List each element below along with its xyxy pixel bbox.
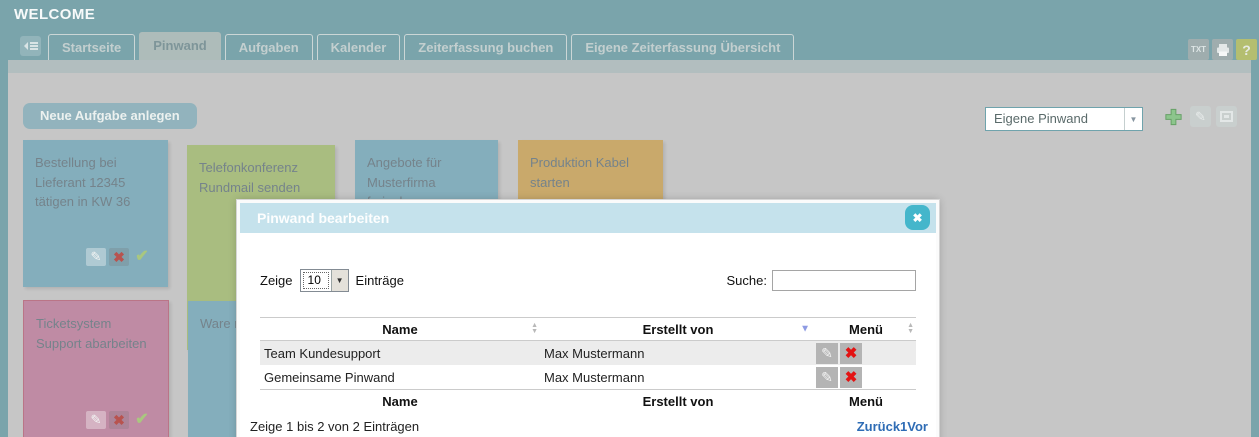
table-info-row: Zeige 1 bis 2 von 2 Einträgen Zurück1Vor <box>250 416 928 436</box>
table-header-row: Name ▲▼ Erstellt von ▼ Menü ▲▼ <box>260 317 916 341</box>
delete-card-button[interactable]: ✖ <box>109 411 129 429</box>
close-icon: ✖ <box>912 211 922 225</box>
entries-count-value: 10 <box>303 272 329 289</box>
card-text: Bestellung bei Lieferant 12345 tätigen i… <box>35 155 130 209</box>
pencil-icon: ✎ <box>821 369 833 386</box>
tab-aufgaben[interactable]: Aufgaben <box>225 34 313 61</box>
chevron-down-icon[interactable]: ▼ <box>1124 108 1142 130</box>
help-button[interactable]: ? <box>1236 39 1257 60</box>
collapse-sidebar-button[interactable] <box>20 36 41 56</box>
complete-card-button[interactable]: ✔ <box>132 248 152 266</box>
edit-card-button[interactable]: ✎ <box>86 248 106 266</box>
edit-pinboard-dialog: Pinwand bearbeiten ✖ Zeige 10 ▼ Einträge… <box>237 200 939 437</box>
pinboard-card[interactable]: Ticketsystem Support abarbeiten ✎ ✖ ✔ <box>23 300 169 437</box>
tab-eigene-zeiterfassung-uebersicht[interactable]: Eigene Zeiterfassung Übersicht <box>571 34 794 61</box>
dialog-title: Pinwand bearbeiten <box>257 203 389 233</box>
entries-length-control: Zeige 10 ▼ Einträge <box>260 269 404 292</box>
delete-row-button[interactable]: ✖ <box>840 367 862 388</box>
cell-name: Team Kundesupport <box>260 346 540 361</box>
footer-name: Name <box>260 394 540 409</box>
add-board-button[interactable] <box>1163 106 1184 127</box>
app-window: WELCOME Startseite Pinwand Aufgaben Kale… <box>0 0 1259 437</box>
footer-menu: Menü <box>816 394 916 409</box>
chevron-down-icon[interactable]: ▼ <box>331 270 348 291</box>
new-task-button[interactable]: Neue Aufgabe anlegen <box>23 103 197 129</box>
tab-pinwand[interactable]: Pinwand <box>139 32 220 61</box>
txt-export-button[interactable]: TXT <box>1188 39 1209 60</box>
dialog-header[interactable]: Pinwand bearbeiten ✖ <box>240 203 936 233</box>
entries-info: Zeige 1 bis 2 von 2 Einträgen <box>250 419 419 434</box>
printer-icon <box>1216 43 1230 57</box>
check-icon: ✔ <box>135 245 148 269</box>
pencil-icon: ✎ <box>91 410 102 430</box>
square-icon <box>1220 111 1233 122</box>
pencil-icon: ✎ <box>91 247 102 267</box>
table-row[interactable]: Team Kundesupport Max Mustermann ✎ ✖ <box>260 341 916 365</box>
card-actions: ✎ ✖ ✔ <box>86 411 152 429</box>
cell-created-by: Max Mustermann <box>540 370 816 385</box>
tab-startseite[interactable]: Startseite <box>48 34 135 61</box>
entries-count-select[interactable]: 10 ▼ <box>300 269 349 292</box>
card-text: Produktion Kabel starten <box>530 155 629 190</box>
complete-card-button[interactable]: ✔ <box>132 411 152 429</box>
search-control: Suche: <box>727 270 916 291</box>
table-controls: Zeige 10 ▼ Einträge Suche: <box>260 268 916 292</box>
cell-menu: ✎ ✖ <box>816 367 916 388</box>
search-input[interactable] <box>772 270 916 291</box>
footer-erstellt-von: Erstellt von <box>540 394 816 409</box>
sort-icon[interactable]: ▲▼ <box>907 323 914 335</box>
x-icon: ✖ <box>845 368 858 386</box>
edit-row-button[interactable]: ✎ <box>816 343 838 364</box>
x-icon: ✖ <box>113 247 125 268</box>
tab-bar: Startseite Pinwand Aufgaben Kalender Zei… <box>48 33 794 61</box>
edit-board-button[interactable]: ✎ <box>1190 106 1211 127</box>
search-label: Suche: <box>727 273 767 288</box>
close-dialog-button[interactable]: ✖ <box>905 205 930 230</box>
show-label: Zeige <box>260 273 293 288</box>
board-view-button[interactable] <box>1216 106 1237 127</box>
delete-card-button[interactable]: ✖ <box>109 248 129 266</box>
pagination-prev[interactable]: Zurück <box>857 419 900 434</box>
check-icon: ✔ <box>135 408 148 432</box>
edit-row-button[interactable]: ✎ <box>816 367 838 388</box>
edit-card-button[interactable]: ✎ <box>86 411 106 429</box>
pagination-next[interactable]: Vor <box>907 419 928 434</box>
delete-row-button[interactable]: ✖ <box>840 343 862 364</box>
card-actions: ✎ ✖ ✔ <box>86 248 152 266</box>
tab-kalender[interactable]: Kalender <box>317 34 401 61</box>
column-header-menu[interactable]: Menü ▲▼ <box>816 322 916 337</box>
board-select-value: Eigene Pinwand <box>986 108 1124 130</box>
x-icon: ✖ <box>845 344 858 362</box>
cell-created-by: Max Mustermann <box>540 346 816 361</box>
content-top-band <box>8 60 1251 73</box>
column-header-name[interactable]: Name ▲▼ <box>260 322 540 337</box>
sort-desc-icon[interactable]: ▼ <box>800 324 810 335</box>
page-title: WELCOME <box>14 6 95 23</box>
x-icon: ✖ <box>113 410 125 431</box>
card-text: Telefonkonferenz Rundmail senden <box>199 160 300 195</box>
pinboard-table: Name ▲▼ Erstellt von ▼ Menü ▲▼ Tea <box>260 317 916 412</box>
plus-icon <box>1163 106 1184 128</box>
entries-label: Einträge <box>356 273 404 288</box>
cell-menu: ✎ ✖ <box>816 343 916 364</box>
table-row[interactable]: Gemeinsame Pinwand Max Mustermann ✎ ✖ <box>260 365 916 389</box>
table-footer-row: Name Erstellt von Menü <box>260 389 916 412</box>
column-header-erstellt-von[interactable]: Erstellt von ▼ <box>540 322 816 337</box>
pencil-icon: ✎ <box>821 345 833 362</box>
print-button[interactable] <box>1212 39 1233 60</box>
cell-name: Gemeinsame Pinwand <box>260 370 540 385</box>
pinboard-card[interactable]: Bestellung bei Lieferant 12345 tätigen i… <box>23 140 168 287</box>
pencil-icon: ✎ <box>1195 109 1206 125</box>
card-text: Ware n <box>200 316 241 331</box>
card-text: Ticketsystem Support abarbeiten <box>36 316 147 351</box>
pagination: Zurück1Vor <box>857 419 928 434</box>
collapse-sidebar-icon <box>24 40 38 52</box>
tab-zeiterfassung-buchen[interactable]: Zeiterfassung buchen <box>404 34 567 61</box>
sort-icon[interactable]: ▲▼ <box>531 323 538 335</box>
board-select[interactable]: Eigene Pinwand ▼ <box>985 107 1143 131</box>
